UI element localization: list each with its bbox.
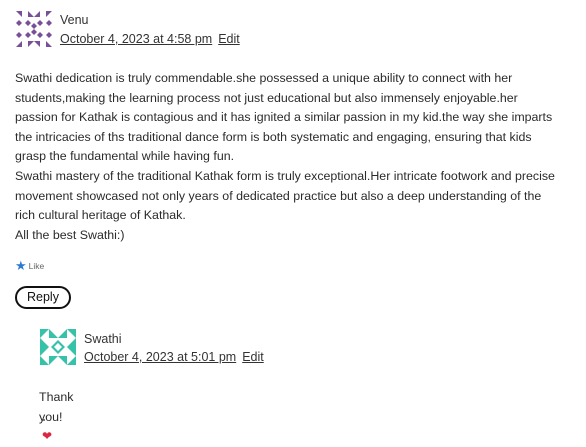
comment-author: Swathi (84, 332, 122, 346)
comment-body: Thank you!❤ (39, 388, 73, 447)
heart-icon: ❤ (42, 429, 53, 444)
comment-author: Venu (60, 13, 89, 27)
comment-meta: October 4, 2023 at 5:01 pm Edit (84, 350, 264, 364)
edit-link[interactable]: Edit (242, 350, 264, 364)
like-button[interactable]: ★ Like (15, 259, 44, 272)
comment-paragraph: Swathi dedication is truly commendable.s… (15, 71, 553, 164)
comment-meta: October 4, 2023 at 4:58 pm Edit (60, 32, 240, 46)
comment-date-link[interactable]: October 4, 2023 at 4:58 pm (60, 32, 212, 46)
avatar-venu-icon (16, 11, 52, 47)
reply-button[interactable]: Reply (15, 286, 71, 309)
comment-body: Swathi dedication is truly commendable.s… (15, 69, 560, 245)
avatar-swathi-icon (40, 329, 76, 365)
divider-dot (43, 419, 45, 421)
star-icon: ★ (15, 258, 27, 273)
like-label: Like (28, 260, 45, 271)
comment-paragraph: All the best Swathi:) (15, 227, 125, 242)
edit-link[interactable]: Edit (218, 32, 240, 46)
comment-date-link[interactable]: October 4, 2023 at 5:01 pm (84, 350, 236, 364)
comment-paragraph: Swathi mastery of the traditional Kathak… (15, 168, 555, 223)
